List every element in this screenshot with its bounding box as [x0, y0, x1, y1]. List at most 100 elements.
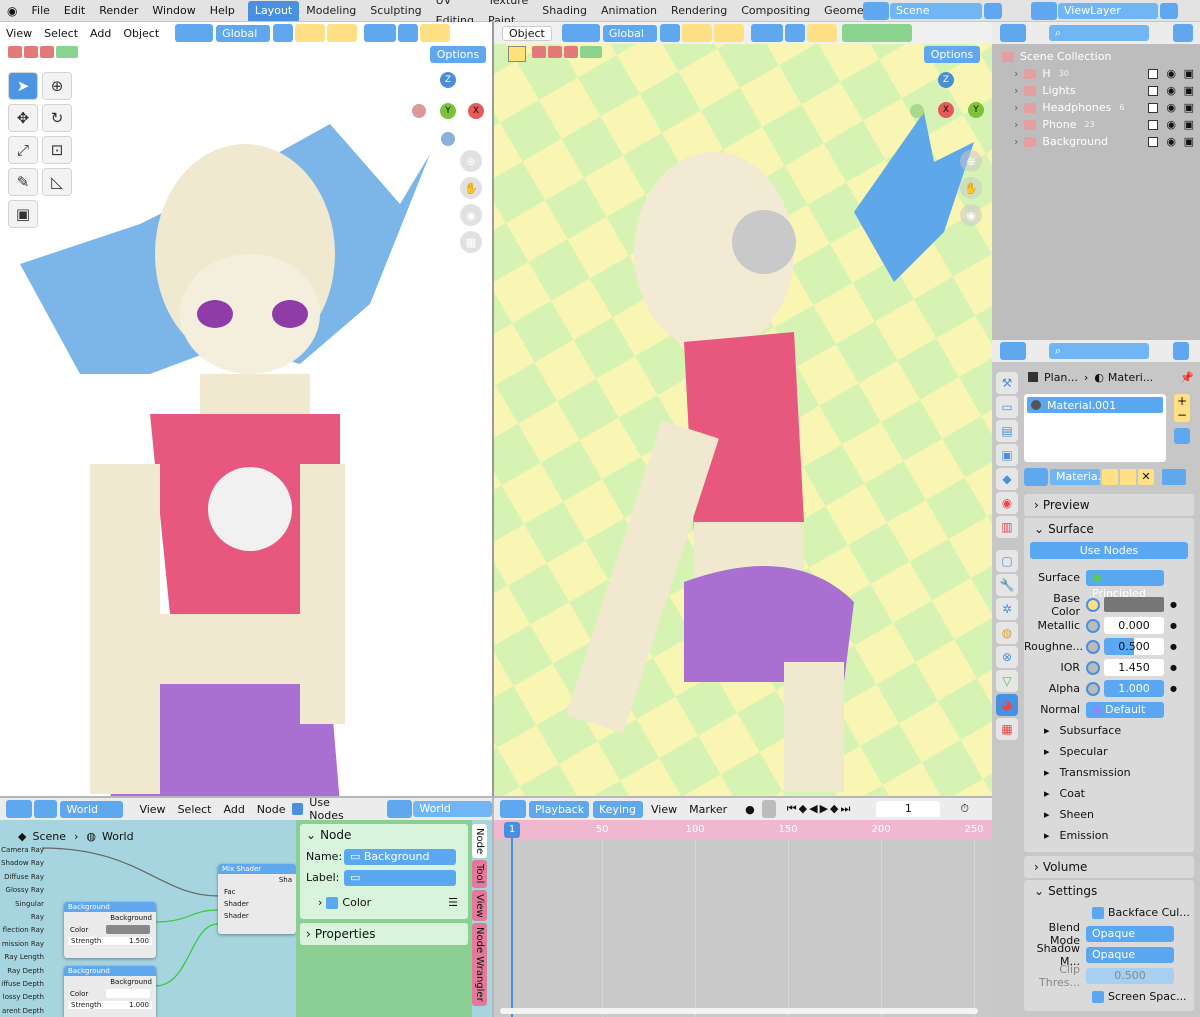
gizmo-x-axis-right[interactable]: X: [938, 102, 954, 118]
material-name-field[interactable]: Materia...: [1050, 469, 1108, 485]
orientation-icon[interactable]: [561, 24, 600, 42]
ior-keyframe-icon[interactable]: ●: [1170, 663, 1177, 672]
playhead-line[interactable]: [511, 838, 513, 1017]
metallic-slider[interactable]: 0.000: [1104, 617, 1164, 634]
outliner-item[interactable]: › H 30 ◉ ▣: [992, 65, 1200, 82]
light-path-node[interactable]: Camera Ray Shadow Ray Diffuse Ray Glossy Ra…: [0, 844, 44, 1017]
render-tab-icon[interactable]: ▭: [996, 396, 1018, 418]
right-viewport[interactable]: Object Global Options Z X Y ⊕ ✋ ◉: [494, 22, 992, 796]
color-presets-icon[interactable]: ☰: [448, 896, 458, 909]
gizmo-icon[interactable]: [398, 24, 419, 42]
camera-icon[interactable]: ◉: [460, 204, 482, 226]
base-color-swatch[interactable]: [1104, 597, 1164, 612]
orientation-dropdown[interactable]: Global: [216, 24, 271, 42]
camera-render-icon[interactable]: ▣: [1184, 84, 1194, 97]
playhead-frame-label[interactable]: 1: [504, 822, 520, 838]
shading-modes-icon[interactable]: [841, 24, 912, 42]
exclude-checkbox[interactable]: [1148, 136, 1158, 147]
background-node-1[interactable]: Background Background Color Strength 1.50…: [64, 902, 156, 958]
node-label-field[interactable]: ▭: [344, 869, 456, 886]
exclude-checkbox[interactable]: [1148, 119, 1158, 130]
add-menu[interactable]: Add: [84, 27, 117, 40]
subpanel-subsurface[interactable]: ▸ Subsurface: [1024, 720, 1194, 741]
base-color-keyframe-icon[interactable]: ●: [1170, 600, 1177, 609]
camera-render-icon[interactable]: ▣: [1184, 67, 1194, 80]
settings-panel[interactable]: ⌄ Settings Backface Cul... Blend Mode Opa…: [1024, 880, 1194, 1011]
measure-tool-icon[interactable]: ◺: [42, 168, 72, 196]
grid-icon[interactable]: ▦: [460, 231, 482, 253]
outliner-item[interactable]: › Phone 23 ◉ ▣: [992, 116, 1200, 133]
add-cube-tool-icon[interactable]: ▣: [8, 200, 38, 228]
autokey-options-icon[interactable]: [761, 800, 776, 818]
bg2-strength-value[interactable]: 1.000: [129, 1001, 149, 1009]
nav-gizmo-right[interactable]: Z X Y: [904, 72, 984, 152]
node-add-menu[interactable]: Add: [218, 803, 251, 816]
world-browse-icon[interactable]: [386, 800, 413, 818]
world-name-field[interactable]: World: [413, 801, 492, 817]
camera-icon-right[interactable]: ◉: [960, 204, 982, 226]
gizmo-neg-z[interactable]: [441, 132, 455, 146]
base-color-socket-icon[interactable]: [1086, 597, 1100, 612]
surface-panel[interactable]: ⌄ Surface Use Nodes Surface ● Principled …: [1024, 518, 1194, 852]
bg1-color-swatch[interactable]: [106, 925, 150, 934]
object-tab-icon[interactable]: ▢: [996, 550, 1018, 572]
expand-icon[interactable]: ›: [1014, 67, 1018, 80]
roughness-socket-icon[interactable]: [1086, 639, 1100, 654]
node-name-field[interactable]: ▭ Background: [344, 848, 456, 865]
slot-specials-icon[interactable]: [1174, 428, 1190, 444]
unlink-material-icon[interactable]: ✕: [1138, 469, 1154, 485]
snap-icon-right[interactable]: [681, 24, 712, 42]
menu-help[interactable]: Help: [203, 1, 242, 21]
view-layer-tab-icon[interactable]: ▣: [996, 444, 1018, 466]
snap-icon[interactable]: [295, 24, 326, 42]
ior-socket-icon[interactable]: [1086, 660, 1100, 675]
select-menu[interactable]: Select: [38, 27, 84, 40]
tab-modeling[interactable]: Modeling: [299, 1, 363, 21]
move-tool-icon[interactable]: ✥: [8, 104, 38, 132]
alpha-socket-icon[interactable]: [1086, 681, 1100, 696]
zoom-icon[interactable]: ⊕: [460, 150, 482, 172]
expand-icon[interactable]: ›: [1014, 101, 1018, 114]
output-tab-icon[interactable]: ▤: [996, 420, 1018, 442]
ior-field[interactable]: 1.450: [1104, 659, 1164, 676]
playback-menu[interactable]: Playback: [529, 800, 589, 818]
browse-material-icon[interactable]: [1024, 468, 1048, 486]
camera-render-icon[interactable]: ▣: [1184, 118, 1194, 131]
tool-tab-icon[interactable]: ⚒: [996, 372, 1018, 394]
camera-render-icon[interactable]: ▣: [1184, 101, 1194, 114]
gizmo-neg-y-right[interactable]: [910, 104, 924, 118]
orientation-dropdown-right[interactable]: Global: [602, 24, 657, 42]
alpha-keyframe-icon[interactable]: ●: [1170, 684, 1177, 693]
shader-type-icon[interactable]: [33, 800, 58, 818]
pivot-icon-right[interactable]: [659, 24, 680, 42]
mix-shader-node[interactable]: Mix Shader Sha Fac Shader Shader: [218, 864, 296, 934]
link-dropdown-icon[interactable]: [1162, 469, 1186, 485]
sidebar-tab-tool[interactable]: Tool: [472, 860, 487, 888]
clip-threshold-field[interactable]: 0.500: [1086, 967, 1174, 984]
expand-icon[interactable]: ›: [1014, 118, 1018, 131]
scale-tool-icon[interactable]: ⤢: [8, 136, 38, 164]
properties-editor-icon[interactable]: [1000, 342, 1026, 360]
outliner-search-input[interactable]: ⌕: [1049, 25, 1149, 41]
gizmo-z-axis[interactable]: Z: [440, 72, 456, 88]
material-slot-list[interactable]: Material.001: [1024, 394, 1166, 462]
left-viewport[interactable]: View Select Add Object Global Options ➤ …: [0, 22, 492, 796]
select-box-icon[interactable]: [508, 46, 526, 62]
subpanel-transmission[interactable]: ▸ Transmission: [1024, 762, 1194, 783]
shadow-mode-dropdown[interactable]: Opaque: [1086, 946, 1174, 963]
select-mode-icons-right[interactable]: [532, 46, 602, 58]
eye-icon[interactable]: ◉: [1166, 118, 1176, 131]
node-color-row[interactable]: › Color ☰: [300, 892, 468, 913]
camera-render-icon[interactable]: ▣: [1184, 135, 1194, 148]
node-select-menu[interactable]: Select: [172, 803, 218, 816]
bg2-color-swatch[interactable]: [106, 989, 150, 998]
expand-icon[interactable]: ›: [1014, 135, 1018, 148]
constraints-tab-icon[interactable]: ⊗: [996, 646, 1018, 668]
surface-shader-dropdown[interactable]: ● Principled ...: [1086, 569, 1164, 616]
pan-hand-icon-right[interactable]: ✋: [960, 177, 982, 199]
properties-search-input[interactable]: ⌕: [1049, 343, 1149, 359]
mode-dropdown[interactable]: Object: [502, 25, 552, 41]
tab-sculpting[interactable]: Sculpting: [363, 1, 428, 21]
roughness-slider[interactable]: 0.500: [1104, 638, 1164, 655]
blend-mode-dropdown[interactable]: Opaque: [1086, 925, 1174, 942]
